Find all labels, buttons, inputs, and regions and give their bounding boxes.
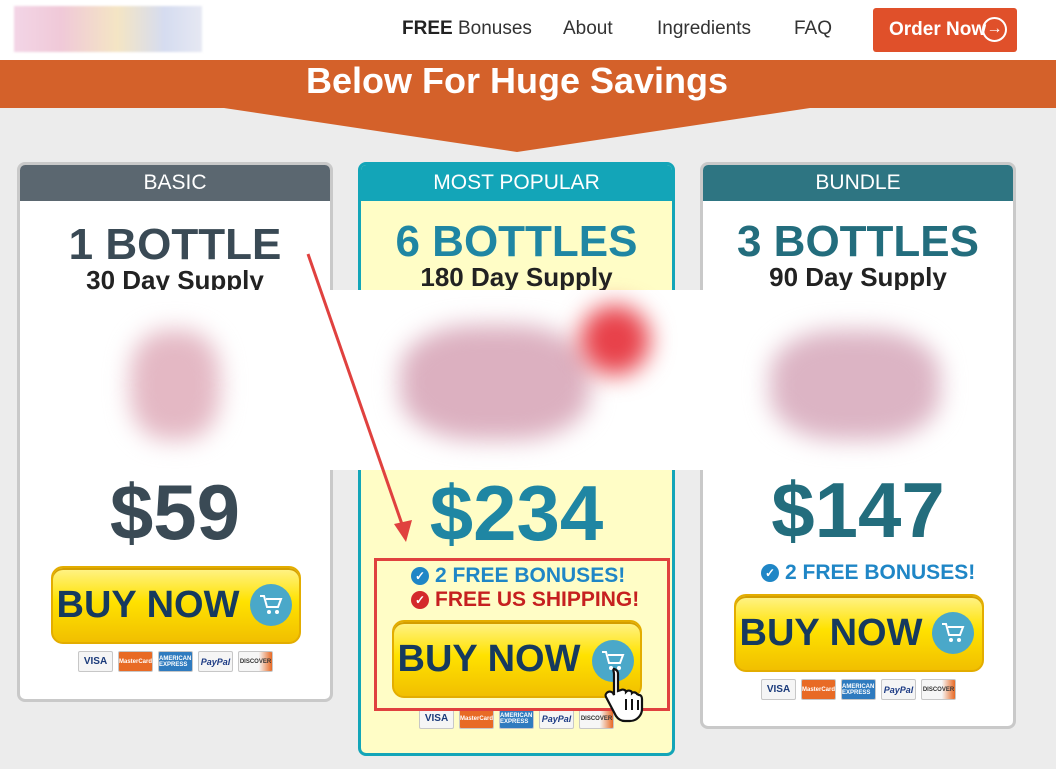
- annotation-arrow: [306, 253, 412, 542]
- pointer-hand-icon: [604, 667, 644, 723]
